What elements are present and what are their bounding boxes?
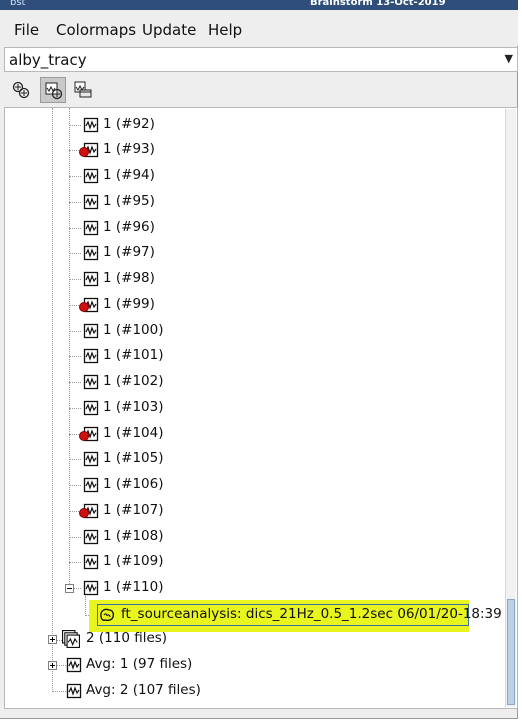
node-label: 1 (#108) [103, 528, 164, 544]
node-label: 1 (#104) [103, 425, 164, 441]
expand-toggle[interactable] [48, 661, 57, 670]
node-label: 1 (#98) [103, 270, 155, 286]
node-label: Avg: 1 (97 files) [86, 656, 193, 672]
trial-data-icon [83, 554, 99, 570]
trial-data-icon [83, 194, 99, 210]
process-view-button[interactable] [70, 77, 96, 103]
process-view-icon [74, 81, 92, 98]
trial-data-icon [83, 477, 99, 493]
node-label: 1 (#92) [103, 116, 155, 132]
protocol-name: alby_tracy [9, 51, 87, 69]
collapse-toggle[interactable] [65, 584, 74, 593]
node-label: Avg: 2 (107 files) [86, 682, 201, 698]
node-label: 2 (110 files) [86, 630, 168, 646]
node-label: 1 (#97) [103, 244, 155, 260]
node-label: 1 (#99) [103, 296, 155, 312]
node-label: 1 (#101) [103, 347, 164, 363]
node-label: 1 (#100) [103, 322, 164, 338]
trial-data-icon [83, 529, 99, 545]
trial-data-icon [83, 245, 99, 261]
trial-data-icon [83, 374, 99, 390]
trial-data-icon [83, 348, 99, 364]
menu-update[interactable]: Update [142, 21, 196, 39]
functional-data-view-button[interactable] [8, 77, 34, 103]
database-tree: 1 (#92) 1 (#93) 1 (#94) 1 (#95) 1 (#96) … [4, 107, 518, 709]
node-label: 1 (#109) [103, 553, 164, 569]
node-label: 1 (#106) [103, 476, 164, 492]
protocol-selector[interactable]: alby_tracy ▼ [4, 47, 518, 72]
source-file-label: ft_sourceanalysis: dics_21Hz_0.5_1.2sec … [121, 606, 502, 622]
average-data-icon [66, 683, 82, 699]
title-bar: bst Brainstorm 13-Oct-2019 [0, 0, 518, 10]
trial-data-icon [83, 168, 99, 184]
trial-data-icon [83, 400, 99, 416]
trial-group-icon [62, 630, 80, 648]
node-label: 1 (#102) [103, 373, 164, 389]
bad-trial-icon [79, 431, 89, 441]
menu-colormaps[interactable]: Colormaps [56, 21, 136, 39]
trial-data-icon [83, 580, 99, 596]
node-label: 1 (#95) [103, 193, 155, 209]
window-title: Brainstorm 13-Oct-2019 [310, 0, 446, 8]
node-label: 1 (#105) [103, 450, 164, 466]
trial-data-icon [83, 451, 99, 467]
brainstorm-window: bst Brainstorm 13-Oct-2019 File Colormap… [0, 0, 518, 719]
node-label: 1 (#93) [103, 141, 155, 157]
tree-scrollbar[interactable] [505, 109, 516, 707]
trial-data-icon [83, 117, 99, 133]
bad-trial-icon [79, 147, 89, 157]
bad-trial-icon [79, 302, 89, 312]
node-label: 1 (#110) [103, 579, 164, 595]
menu-help[interactable]: Help [208, 21, 242, 39]
anatomy-view-button[interactable] [40, 77, 66, 103]
node-label: 1 (#103) [103, 399, 164, 415]
trial-data-icon [83, 323, 99, 339]
node-label: 1 (#94) [103, 167, 155, 183]
brain-source-icon [100, 608, 115, 622]
functional-data-view-icon [12, 81, 30, 99]
view-toolbar [4, 74, 518, 106]
menu-file[interactable]: File [14, 21, 39, 39]
average-data-icon [66, 657, 82, 673]
scrollbar-thumb[interactable] [507, 599, 515, 705]
menu-bar: File Colormaps Update Help [0, 10, 518, 46]
trial-data-icon [83, 220, 99, 236]
chevron-down-icon[interactable]: ▼ [505, 52, 513, 65]
bad-trial-icon [79, 508, 89, 518]
node-label: 1 (#107) [103, 502, 164, 518]
anatomy-view-icon [45, 82, 63, 100]
app-icon: bst [10, 0, 26, 8]
node-label: 1 (#96) [103, 219, 155, 235]
expand-toggle[interactable] [48, 635, 57, 644]
trial-data-icon [83, 271, 99, 287]
